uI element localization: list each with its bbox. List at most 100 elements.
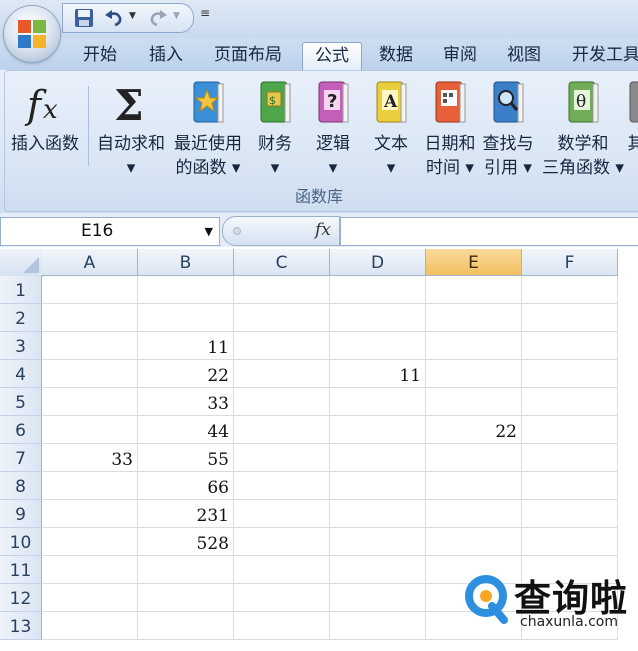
cell-f4[interactable] xyxy=(522,360,618,388)
cell-d3[interactable] xyxy=(330,332,426,360)
row-header-12[interactable]: 12 xyxy=(0,584,42,612)
cell-b3[interactable]: 11 xyxy=(138,332,234,360)
cell-f8[interactable] xyxy=(522,472,618,500)
cell-a1[interactable] xyxy=(42,276,138,304)
row-header-4[interactable]: 4 xyxy=(0,360,42,388)
tab-insert[interactable]: 插入 xyxy=(138,42,194,69)
cell-b11[interactable] xyxy=(138,556,234,584)
cell-d5[interactable] xyxy=(330,388,426,416)
insert-function-fx-icon[interactable]: fx xyxy=(315,220,331,240)
cell-a2[interactable] xyxy=(42,304,138,332)
cell-d6[interactable] xyxy=(330,416,426,444)
cell-d11[interactable] xyxy=(330,556,426,584)
cell-d1[interactable] xyxy=(330,276,426,304)
row-header-2[interactable]: 2 xyxy=(0,304,42,332)
cell-b10[interactable]: 528 xyxy=(138,528,234,556)
row-header-13[interactable]: 13 xyxy=(0,612,42,640)
column-header-d[interactable]: D xyxy=(330,249,426,276)
cell-b4[interactable]: 22 xyxy=(138,360,234,388)
undo-dropdown-icon[interactable]: ▼ xyxy=(129,11,136,21)
row-header-3[interactable]: 3 xyxy=(0,332,42,360)
cell-e2[interactable] xyxy=(426,304,522,332)
cell-a13[interactable] xyxy=(42,612,138,640)
cell-a12[interactable] xyxy=(42,584,138,612)
tab-view[interactable]: 视图 xyxy=(496,42,552,69)
cell-c7[interactable] xyxy=(234,444,330,472)
cell-f5[interactable] xyxy=(522,388,618,416)
cell-b6[interactable]: 44 xyxy=(138,416,234,444)
date-time-button[interactable]: 日期和 时间 ▾ xyxy=(422,74,478,186)
autosum-button[interactable]: Σ 自动求和 ▾ xyxy=(92,74,170,186)
row-header-6[interactable]: 6 xyxy=(0,416,42,444)
tab-page-layout[interactable]: 页面布局 xyxy=(202,42,294,69)
cell-c9[interactable] xyxy=(234,500,330,528)
cell-d10[interactable] xyxy=(330,528,426,556)
cell-f3[interactable] xyxy=(522,332,618,360)
insert-function-button[interactable]: f x 插入函数 xyxy=(4,74,86,186)
select-all-corner[interactable] xyxy=(0,249,43,277)
cell-e9[interactable] xyxy=(426,500,522,528)
undo-icon[interactable] xyxy=(103,7,125,29)
row-header-8[interactable]: 8 xyxy=(0,472,42,500)
cell-f7[interactable] xyxy=(522,444,618,472)
cell-c5[interactable] xyxy=(234,388,330,416)
cell-b12[interactable] xyxy=(138,584,234,612)
tab-home[interactable]: 开始 xyxy=(72,42,128,69)
cell-c12[interactable] xyxy=(234,584,330,612)
redo-icon[interactable] xyxy=(147,7,169,29)
cell-a6[interactable] xyxy=(42,416,138,444)
cell-b2[interactable] xyxy=(138,304,234,332)
cell-c3[interactable] xyxy=(234,332,330,360)
cell-c13[interactable] xyxy=(234,612,330,640)
financial-button[interactable]: $ 财务 ▾ xyxy=(248,74,302,186)
cell-d13[interactable] xyxy=(330,612,426,640)
cell-e10[interactable] xyxy=(426,528,522,556)
cell-a11[interactable] xyxy=(42,556,138,584)
column-header-e[interactable]: E xyxy=(426,249,522,276)
cell-c2[interactable] xyxy=(234,304,330,332)
cell-b9[interactable]: 231 xyxy=(138,500,234,528)
cell-d4[interactable]: 11 xyxy=(330,360,426,388)
cell-e5[interactable] xyxy=(426,388,522,416)
lookup-reference-button[interactable]: 查找与 引用 ▾ xyxy=(480,74,536,186)
recently-used-button[interactable]: 最近使用 的函数 ▾ xyxy=(170,74,246,186)
cell-f2[interactable] xyxy=(522,304,618,332)
cell-e4[interactable] xyxy=(426,360,522,388)
resize-handle-icon[interactable] xyxy=(233,227,241,235)
row-header-10[interactable]: 10 xyxy=(0,528,42,556)
tab-developer[interactable]: 开发工具 xyxy=(562,42,638,69)
row-header-7[interactable]: 7 xyxy=(0,444,42,472)
row-header-5[interactable]: 5 xyxy=(0,388,42,416)
cell-a3[interactable] xyxy=(42,332,138,360)
cell-c6[interactable] xyxy=(234,416,330,444)
redo-dropdown-icon[interactable]: ▼ xyxy=(173,11,180,21)
math-trig-button[interactable]: θ 数学和 三角函数 ▾ xyxy=(538,74,628,186)
customize-qat-icon[interactable]: ≡ xyxy=(200,6,210,20)
cell-a7[interactable]: 33 xyxy=(42,444,138,472)
logical-button[interactable]: ? 逻辑 ▾ xyxy=(306,74,360,186)
cell-d8[interactable] xyxy=(330,472,426,500)
cell-a10[interactable] xyxy=(42,528,138,556)
cell-a5[interactable] xyxy=(42,388,138,416)
cell-a4[interactable] xyxy=(42,360,138,388)
cell-e1[interactable] xyxy=(426,276,522,304)
cell-e6[interactable]: 22 xyxy=(426,416,522,444)
cell-c10[interactable] xyxy=(234,528,330,556)
cell-b8[interactable]: 66 xyxy=(138,472,234,500)
cell-e8[interactable] xyxy=(426,472,522,500)
row-header-1[interactable]: 1 xyxy=(0,276,42,304)
name-box[interactable]: E16 ▼ xyxy=(0,217,220,246)
row-header-9[interactable]: 9 xyxy=(0,500,42,528)
cell-d12[interactable] xyxy=(330,584,426,612)
cell-b5[interactable]: 33 xyxy=(138,388,234,416)
cell-c8[interactable] xyxy=(234,472,330,500)
row-header-11[interactable]: 11 xyxy=(0,556,42,584)
tab-review[interactable]: 审阅 xyxy=(432,42,488,69)
cell-c1[interactable] xyxy=(234,276,330,304)
cell-b13[interactable] xyxy=(138,612,234,640)
cell-a8[interactable] xyxy=(42,472,138,500)
cell-f10[interactable] xyxy=(522,528,618,556)
cell-e7[interactable] xyxy=(426,444,522,472)
column-header-b[interactable]: B xyxy=(138,249,234,276)
cell-f1[interactable] xyxy=(522,276,618,304)
